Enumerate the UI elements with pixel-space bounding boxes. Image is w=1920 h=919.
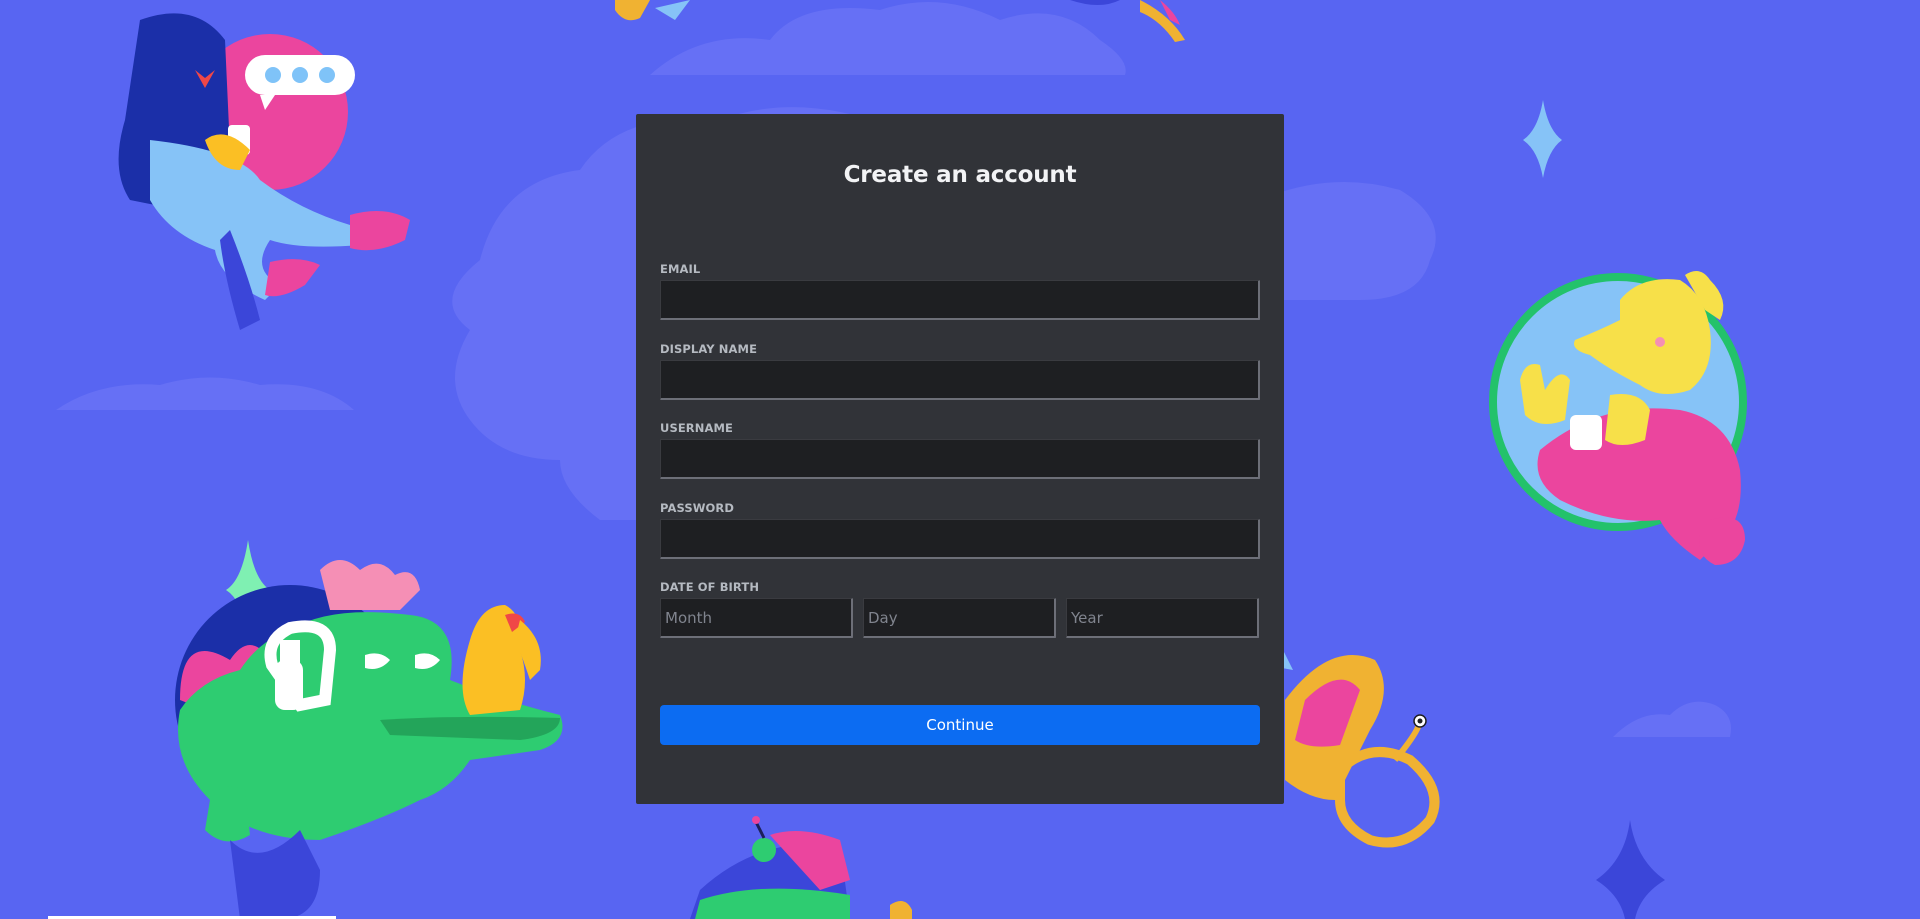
display-name-label: DISPLAY NAME xyxy=(660,342,758,356)
cursor-icon xyxy=(1413,714,1427,728)
year-select[interactable] xyxy=(1066,598,1259,638)
horn-illustration xyxy=(1282,650,1440,848)
username-label: USERNAME xyxy=(660,421,733,435)
radio-illustration xyxy=(690,816,912,919)
email-field-group: EMAIL xyxy=(660,262,1260,320)
email-label: EMAIL xyxy=(660,262,701,276)
coffee-character-illustration xyxy=(1489,271,1747,565)
hoodie-character-illustration xyxy=(118,13,410,330)
date-of-birth-row xyxy=(660,598,1260,638)
password-label: PASSWORD xyxy=(660,501,734,515)
display-name-field-group: DISPLAY NAME xyxy=(660,342,1260,400)
crocodile-character-illustration xyxy=(175,560,563,919)
username-input[interactable] xyxy=(660,439,1260,479)
date-of-birth-field-group: DATE OF BIRTH xyxy=(660,580,1260,638)
continue-button[interactable]: Continue xyxy=(660,705,1260,745)
display-name-input[interactable] xyxy=(660,360,1260,400)
date-of-birth-label: DATE OF BIRTH xyxy=(660,580,760,594)
day-select[interactable] xyxy=(863,598,1056,638)
page-title: Create an account xyxy=(843,162,1077,188)
register-card: Create an account EMAIL DISPLAY NAME USE… xyxy=(636,114,1284,804)
password-field-group: PASSWORD xyxy=(660,501,1260,559)
password-input[interactable] xyxy=(660,519,1260,559)
email-input[interactable] xyxy=(660,280,1260,320)
username-field-group: USERNAME xyxy=(660,421,1260,479)
month-select[interactable] xyxy=(660,598,853,638)
